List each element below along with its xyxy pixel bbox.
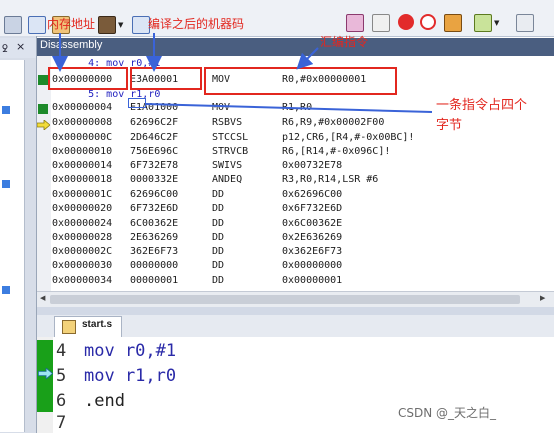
tree-node-icon[interactable] — [2, 180, 10, 188]
disasm-code[interactable]: 6F732E6D — [130, 202, 178, 215]
window-icon[interactable] — [4, 16, 22, 34]
instruction-size-note-1: 一条指令占四个 — [436, 98, 528, 113]
disasm-ops[interactable]: p12,CR6,[R4,#-0x00BC]! — [282, 131, 414, 144]
disassembly-icon[interactable] — [28, 16, 46, 34]
disasm-mnem[interactable]: STRVCB — [212, 145, 248, 158]
disasm-ops[interactable]: 0x6C00362E — [282, 217, 342, 230]
disasm-code[interactable]: 62696C2F — [130, 116, 178, 129]
disasm-ops[interactable]: 0x00000001 — [282, 274, 342, 287]
disasm-mnem[interactable]: DD — [212, 188, 224, 201]
pin-icon[interactable]: ꝿ — [2, 41, 8, 55]
line-number: 4 — [56, 341, 67, 361]
disasm-ops[interactable]: R6,R9,#0x00002F00 — [282, 116, 384, 129]
disasm-mnem[interactable]: DD — [212, 231, 224, 244]
scroll-right-icon[interactable]: ▶ — [540, 294, 545, 302]
disasm-ops[interactable]: R1,R0 — [282, 101, 312, 114]
code-line[interactable]: .end — [84, 391, 125, 411]
disasm-addr[interactable]: 0x0000000C — [52, 131, 112, 144]
disasm-mnem[interactable]: DD — [212, 259, 224, 272]
disasm-mnem[interactable]: RSBVS — [212, 116, 242, 129]
disasm-addr[interactable]: 0x0000001C — [52, 188, 112, 201]
line-number: 6 — [56, 391, 67, 411]
layout-icon[interactable] — [474, 14, 492, 32]
view-icon[interactable] — [346, 14, 364, 32]
line-number: 7 — [56, 413, 67, 433]
chevron-down-icon[interactable]: ▼ — [494, 19, 499, 27]
disassembly-gutter[interactable] — [37, 56, 51, 291]
code-line[interactable]: mov r0,#1 — [84, 341, 176, 361]
assembly-instruction-note: 汇编指令 — [320, 35, 369, 49]
disasm-addr[interactable]: 0x00000024 — [52, 217, 112, 230]
memory-icon[interactable] — [98, 16, 116, 34]
disasm-mnem[interactable]: SWIVS — [212, 159, 242, 172]
disasm-code[interactable]: 6F732E78 — [130, 159, 178, 172]
memory-address-note: 内存地址 — [47, 17, 96, 31]
disasm-addr[interactable]: 0x00000030 — [52, 259, 112, 272]
disasm-code[interactable]: 0000332E — [130, 173, 178, 186]
code-line[interactable]: mov r1,r0 — [84, 366, 176, 386]
stop-icon[interactable] — [420, 14, 436, 30]
disasm-mnem[interactable]: ANDEQ — [212, 173, 242, 186]
instruction-size-note-2: 字节 — [436, 118, 463, 133]
disasm-ops[interactable]: R3,R0,R14,LSR #6 — [282, 173, 378, 186]
disasm-code[interactable]: 00000000 — [130, 259, 178, 272]
disasm-ops[interactable]: 0x2E636269 — [282, 231, 342, 244]
disasm-code[interactable]: 62696C00 — [130, 188, 178, 201]
breakpoint-marker[interactable] — [38, 104, 48, 114]
circle-icon[interactable] — [398, 14, 414, 30]
machine-code-note: 编译之后的机器码 — [148, 17, 245, 31]
disasm-ops[interactable]: R6,[R14,#-0x096C]! — [282, 145, 390, 158]
scroll-left-icon[interactable]: ◀ — [40, 294, 45, 302]
size-highlight-box — [128, 98, 146, 108]
disasm-ops[interactable]: 0x00732E78 — [282, 159, 342, 172]
line-number: 5 — [56, 366, 67, 386]
disasm-addr[interactable]: 0x00000020 — [52, 202, 112, 215]
tree-node-icon[interactable] — [2, 106, 10, 114]
settings-icon[interactable] — [444, 14, 462, 32]
disasm-code[interactable]: 00000001 — [130, 274, 178, 287]
disasm-addr[interactable]: 0x00000018 — [52, 173, 112, 186]
scrollbar-thumb[interactable] — [50, 295, 520, 304]
disasm-mnem[interactable]: DD — [212, 274, 224, 287]
file-icon — [62, 320, 76, 334]
current-line-arrow-icon — [37, 120, 50, 130]
disasm-addr[interactable]: 0x00000034 — [52, 274, 112, 287]
address-highlight-box — [48, 67, 128, 90]
zoom-icon[interactable] — [516, 14, 534, 32]
disasm-ops[interactable]: 0x362E6F73 — [282, 245, 342, 258]
disasm-mnem[interactable]: DD — [212, 202, 224, 215]
disasm-addr[interactable]: 0x00000028 — [52, 231, 112, 244]
disasm-code[interactable]: 2E636269 — [130, 231, 178, 244]
disasm-ops[interactable]: 0x62696C00 — [282, 188, 342, 201]
disasm-ops[interactable]: 0x6F732E6D — [282, 202, 342, 215]
disasm-ops[interactable]: 0x00000000 — [282, 259, 342, 272]
tree-node-icon[interactable] — [2, 286, 10, 294]
disasm-code[interactable]: 362E6F73 — [130, 245, 178, 258]
disasm-mnem[interactable]: DD — [212, 245, 224, 258]
machine-code-highlight-box — [130, 67, 202, 90]
disasm-mnem[interactable]: STCCSL — [212, 131, 248, 144]
project-tree[interactable] — [0, 60, 25, 432]
tab-start-s-label: start.s — [82, 319, 113, 330]
breakpoint-icon[interactable] — [372, 14, 390, 32]
chevron-down-icon[interactable]: ▼ — [118, 21, 123, 29]
breakpoint-marker[interactable] — [38, 75, 48, 85]
disasm-addr[interactable]: 0x00000010 — [52, 145, 112, 158]
current-line-arrow-icon — [38, 368, 53, 379]
disasm-code[interactable]: 756E696C — [130, 145, 178, 158]
instruction-highlight-box — [204, 67, 397, 95]
disassembly-title-bar — [37, 38, 554, 56]
disasm-addr[interactable]: 0x00000004 — [52, 101, 112, 114]
disasm-code[interactable]: 2D646C2F — [130, 131, 178, 144]
disasm-mnem[interactable]: MOV — [212, 101, 230, 114]
disassembly-title: Disassembly — [40, 39, 103, 51]
watermark: CSDN @_天之白_ — [398, 406, 497, 420]
disasm-code[interactable]: 6C00362E — [130, 217, 178, 230]
disasm-addr[interactable]: 0x00000008 — [52, 116, 112, 129]
close-icon[interactable]: × — [16, 40, 25, 53]
disasm-mnem[interactable]: DD — [212, 217, 224, 230]
disasm-addr[interactable]: 0x0000002C — [52, 245, 112, 258]
editor-splitter[interactable] — [37, 307, 554, 315]
disasm-addr[interactable]: 0x00000014 — [52, 159, 112, 172]
